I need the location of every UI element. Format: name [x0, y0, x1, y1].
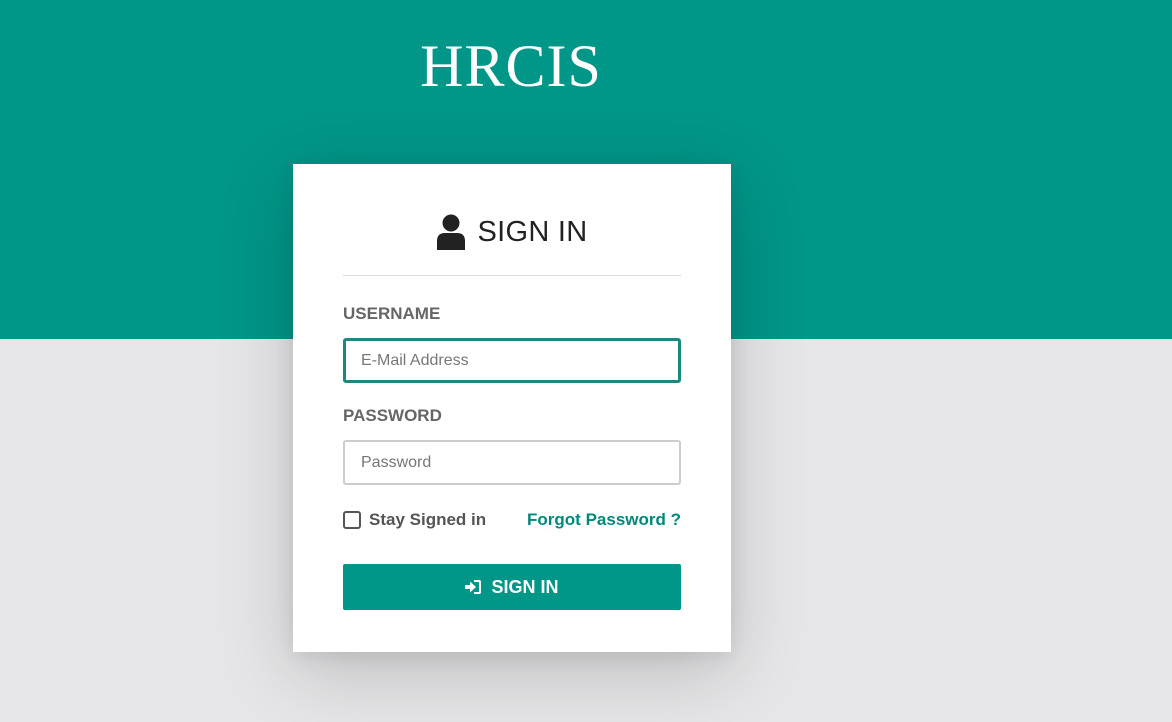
card-header: SIGN IN — [343, 212, 681, 252]
login-page: HRCIS SIGN IN USERNAME PASSWORD Stay Sig… — [0, 0, 1172, 722]
password-input[interactable] — [343, 440, 681, 485]
stay-signed-in-checkbox[interactable]: Stay Signed in — [343, 508, 486, 532]
header-divider — [343, 275, 681, 276]
stay-signed-in-label[interactable]: Stay Signed in — [369, 510, 486, 530]
forgot-password-link[interactable]: Forgot Password ? — [527, 508, 681, 532]
username-input[interactable] — [343, 338, 681, 383]
sign-in-icon — [465, 579, 482, 595]
card-title: SIGN IN — [477, 215, 588, 248]
checkbox-box[interactable] — [343, 511, 361, 529]
brand-title: HRCIS — [420, 33, 602, 99]
user-icon — [436, 214, 466, 250]
username-label: USERNAME — [343, 304, 441, 323]
password-label: PASSWORD — [343, 406, 442, 425]
login-card: SIGN IN USERNAME PASSWORD Stay Signed in… — [293, 164, 731, 652]
sign-in-button-label: SIGN IN — [491, 576, 559, 597]
sign-in-button[interactable]: SIGN IN — [343, 564, 681, 610]
